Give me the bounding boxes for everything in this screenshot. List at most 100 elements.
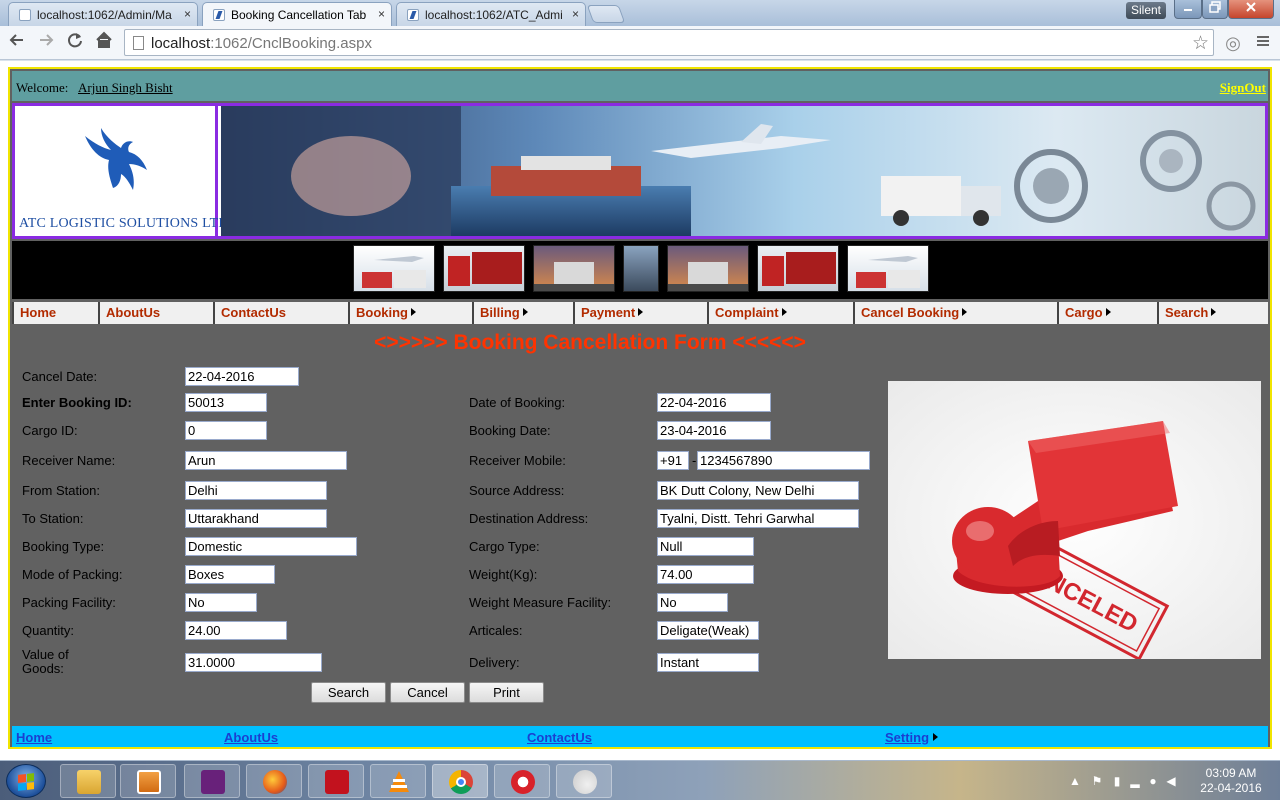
- mode-of-packing-field[interactable]: Boxes: [185, 565, 275, 584]
- form-title: <>>>>> Booking Cancellation Form <<<<<>: [374, 331, 806, 354]
- tab-close-icon[interactable]: ×: [378, 7, 385, 21]
- value-of-goods-label-2: Goods:: [22, 661, 64, 676]
- ccleaner-taskbar-button[interactable]: [494, 764, 550, 798]
- cargo-id-field[interactable]: 0: [185, 421, 267, 440]
- menu-item-home[interactable]: Home: [12, 302, 98, 324]
- tab-close-icon[interactable]: ×: [572, 7, 579, 21]
- booking-id-input[interactable]: 50013: [185, 393, 267, 412]
- cargo-type-field[interactable]: Null: [657, 537, 754, 556]
- tab-close-icon[interactable]: ×: [184, 7, 191, 21]
- source-address-field[interactable]: BK Dutt Colony, New Delhi: [657, 481, 859, 500]
- menu-item-payment[interactable]: Payment: [573, 302, 707, 324]
- delivery-label: Delivery:: [469, 655, 520, 670]
- menu-item-contactus[interactable]: ContactUs: [213, 302, 348, 324]
- media-player-taskbar-button[interactable]: [120, 764, 176, 798]
- extension-icon[interactable]: ◎: [1222, 32, 1244, 54]
- submenu-arrow-icon: [638, 308, 644, 316]
- booking-date-field[interactable]: 23-04-2016: [657, 421, 771, 440]
- booking-date-label: Booking Date:: [469, 423, 551, 438]
- menu-item-search[interactable]: Search: [1157, 302, 1268, 324]
- maximize-button[interactable]: [1202, 0, 1228, 19]
- system-clock[interactable]: 03:09 AM 22-04-2016: [1190, 766, 1272, 796]
- date-of-booking-label: Date of Booking:: [469, 395, 566, 410]
- browser-tab-active[interactable]: Booking Cancellation Tab ×: [202, 2, 392, 26]
- receiver-mobile-field[interactable]: 1234567890: [697, 451, 870, 470]
- show-hidden-icons-icon[interactable]: ▲: [1068, 774, 1082, 788]
- delivery-field[interactable]: Instant: [657, 653, 759, 672]
- new-tab-button[interactable]: [586, 5, 626, 23]
- back-button[interactable]: [5, 31, 29, 55]
- from-station-field[interactable]: Delhi: [185, 481, 327, 500]
- weight-measure-facility-field[interactable]: No: [657, 593, 728, 612]
- web-page: Welcome: Arjun Singh Bisht SignOut ATC L…: [0, 61, 1280, 760]
- cancel-date-field[interactable]: 22-04-2016: [185, 367, 299, 386]
- action-center-icon[interactable]: ⚑: [1090, 774, 1104, 788]
- menu-item-billing[interactable]: Billing: [472, 302, 573, 324]
- page-favicon-icon: [19, 9, 31, 21]
- cancel-button[interactable]: Cancel: [390, 682, 465, 703]
- date-of-booking-field[interactable]: 22-04-2016: [657, 393, 771, 412]
- url-text[interactable]: localhost:1062/CnclBooking.aspx: [151, 35, 372, 52]
- banner-hero-image: [221, 106, 1265, 236]
- from-station-label: From Station:: [22, 483, 101, 498]
- bookmark-star-icon[interactable]: ☆: [1192, 32, 1209, 55]
- footer-aboutus-link[interactable]: AboutUs: [224, 730, 278, 745]
- weight-field[interactable]: 74.00: [657, 565, 754, 584]
- quantity-field[interactable]: 24.00: [185, 621, 287, 640]
- minimize-button[interactable]: [1174, 0, 1202, 19]
- paint-taskbar-button[interactable]: [556, 764, 612, 798]
- packing-facility-field[interactable]: No: [185, 593, 257, 612]
- acrobat-taskbar-button[interactable]: [308, 764, 364, 798]
- weight-measure-facility-label: Weight Measure Facility:: [469, 595, 612, 610]
- menu-item-aboutus[interactable]: AboutUs: [98, 302, 213, 324]
- menu-item-booking[interactable]: Booking: [348, 302, 472, 324]
- chrome-taskbar-button[interactable]: [432, 764, 488, 798]
- browser-tab[interactable]: localhost:1062/ATC_Admi ×: [396, 2, 586, 26]
- visual-studio-taskbar-button[interactable]: [184, 764, 240, 798]
- menu-item-cargo[interactable]: Cargo: [1057, 302, 1157, 324]
- firefox-tray-icon[interactable]: ●: [1146, 774, 1160, 788]
- reload-button[interactable]: [63, 31, 87, 55]
- submenu-arrow-icon: [1211, 308, 1217, 316]
- articales-field[interactable]: Deligate(Weak): [657, 621, 759, 640]
- start-button[interactable]: [6, 764, 46, 798]
- footer-contactus-link[interactable]: ContactUs: [527, 730, 592, 745]
- footer-home-link[interactable]: Home: [16, 730, 52, 745]
- folder-icon: [77, 770, 101, 794]
- volume-icon[interactable]: ◀: [1164, 774, 1178, 788]
- site-banner: ATC LOGISTIC SOLUTIONS LTD.: [12, 103, 1268, 239]
- signout-link[interactable]: SignOut: [1220, 80, 1266, 96]
- close-window-button[interactable]: [1228, 0, 1274, 19]
- acrobat-icon: [325, 770, 349, 794]
- forward-button[interactable]: [34, 31, 58, 55]
- vlc-taskbar-button[interactable]: [370, 764, 426, 798]
- to-station-field[interactable]: Uttarakhand: [185, 509, 327, 528]
- search-button[interactable]: Search: [311, 682, 386, 703]
- submenu-arrow-icon: [522, 308, 528, 316]
- menu-item-complaint[interactable]: Complaint: [707, 302, 853, 324]
- submenu-arrow-icon: [962, 308, 968, 316]
- user-name-link[interactable]: Arjun Singh Bisht: [78, 80, 173, 96]
- destination-address-field[interactable]: Tyalni, Distt. Tehri Garwhal: [657, 509, 859, 528]
- browser-tab[interactable]: localhost:1062/Admin/Ma ×: [8, 2, 198, 26]
- eagle-logo-icon: [85, 128, 147, 190]
- receiver-mobile-label: Receiver Mobile:: [469, 453, 566, 468]
- power-icon[interactable]: ▮: [1110, 774, 1124, 788]
- address-bar[interactable]: localhost:1062/CnclBooking.aspx ☆: [124, 29, 1214, 56]
- file-explorer-taskbar-button[interactable]: [60, 764, 116, 798]
- country-code-field[interactable]: +91: [657, 451, 689, 470]
- menu-item-cancel-booking[interactable]: Cancel Booking: [853, 302, 1057, 324]
- weight-label: Weight(Kg):: [469, 567, 538, 582]
- booking-type-field[interactable]: Domestic: [185, 537, 357, 556]
- value-of-goods-field[interactable]: 31.0000: [185, 653, 322, 672]
- home-button[interactable]: [92, 31, 116, 55]
- print-button[interactable]: Print: [469, 682, 544, 703]
- footer-setting-link[interactable]: Setting: [885, 730, 939, 745]
- clock-date: 22-04-2016: [1200, 781, 1262, 795]
- network-icon[interactable]: ▂: [1128, 774, 1142, 788]
- firefox-taskbar-button[interactable]: [246, 764, 302, 798]
- receiver-name-field[interactable]: Arun: [185, 451, 347, 470]
- menu-icon[interactable]: [1252, 32, 1274, 54]
- company-logo: ATC LOGISTIC SOLUTIONS LTD.: [15, 106, 232, 236]
- visual-studio-icon: [201, 770, 225, 794]
